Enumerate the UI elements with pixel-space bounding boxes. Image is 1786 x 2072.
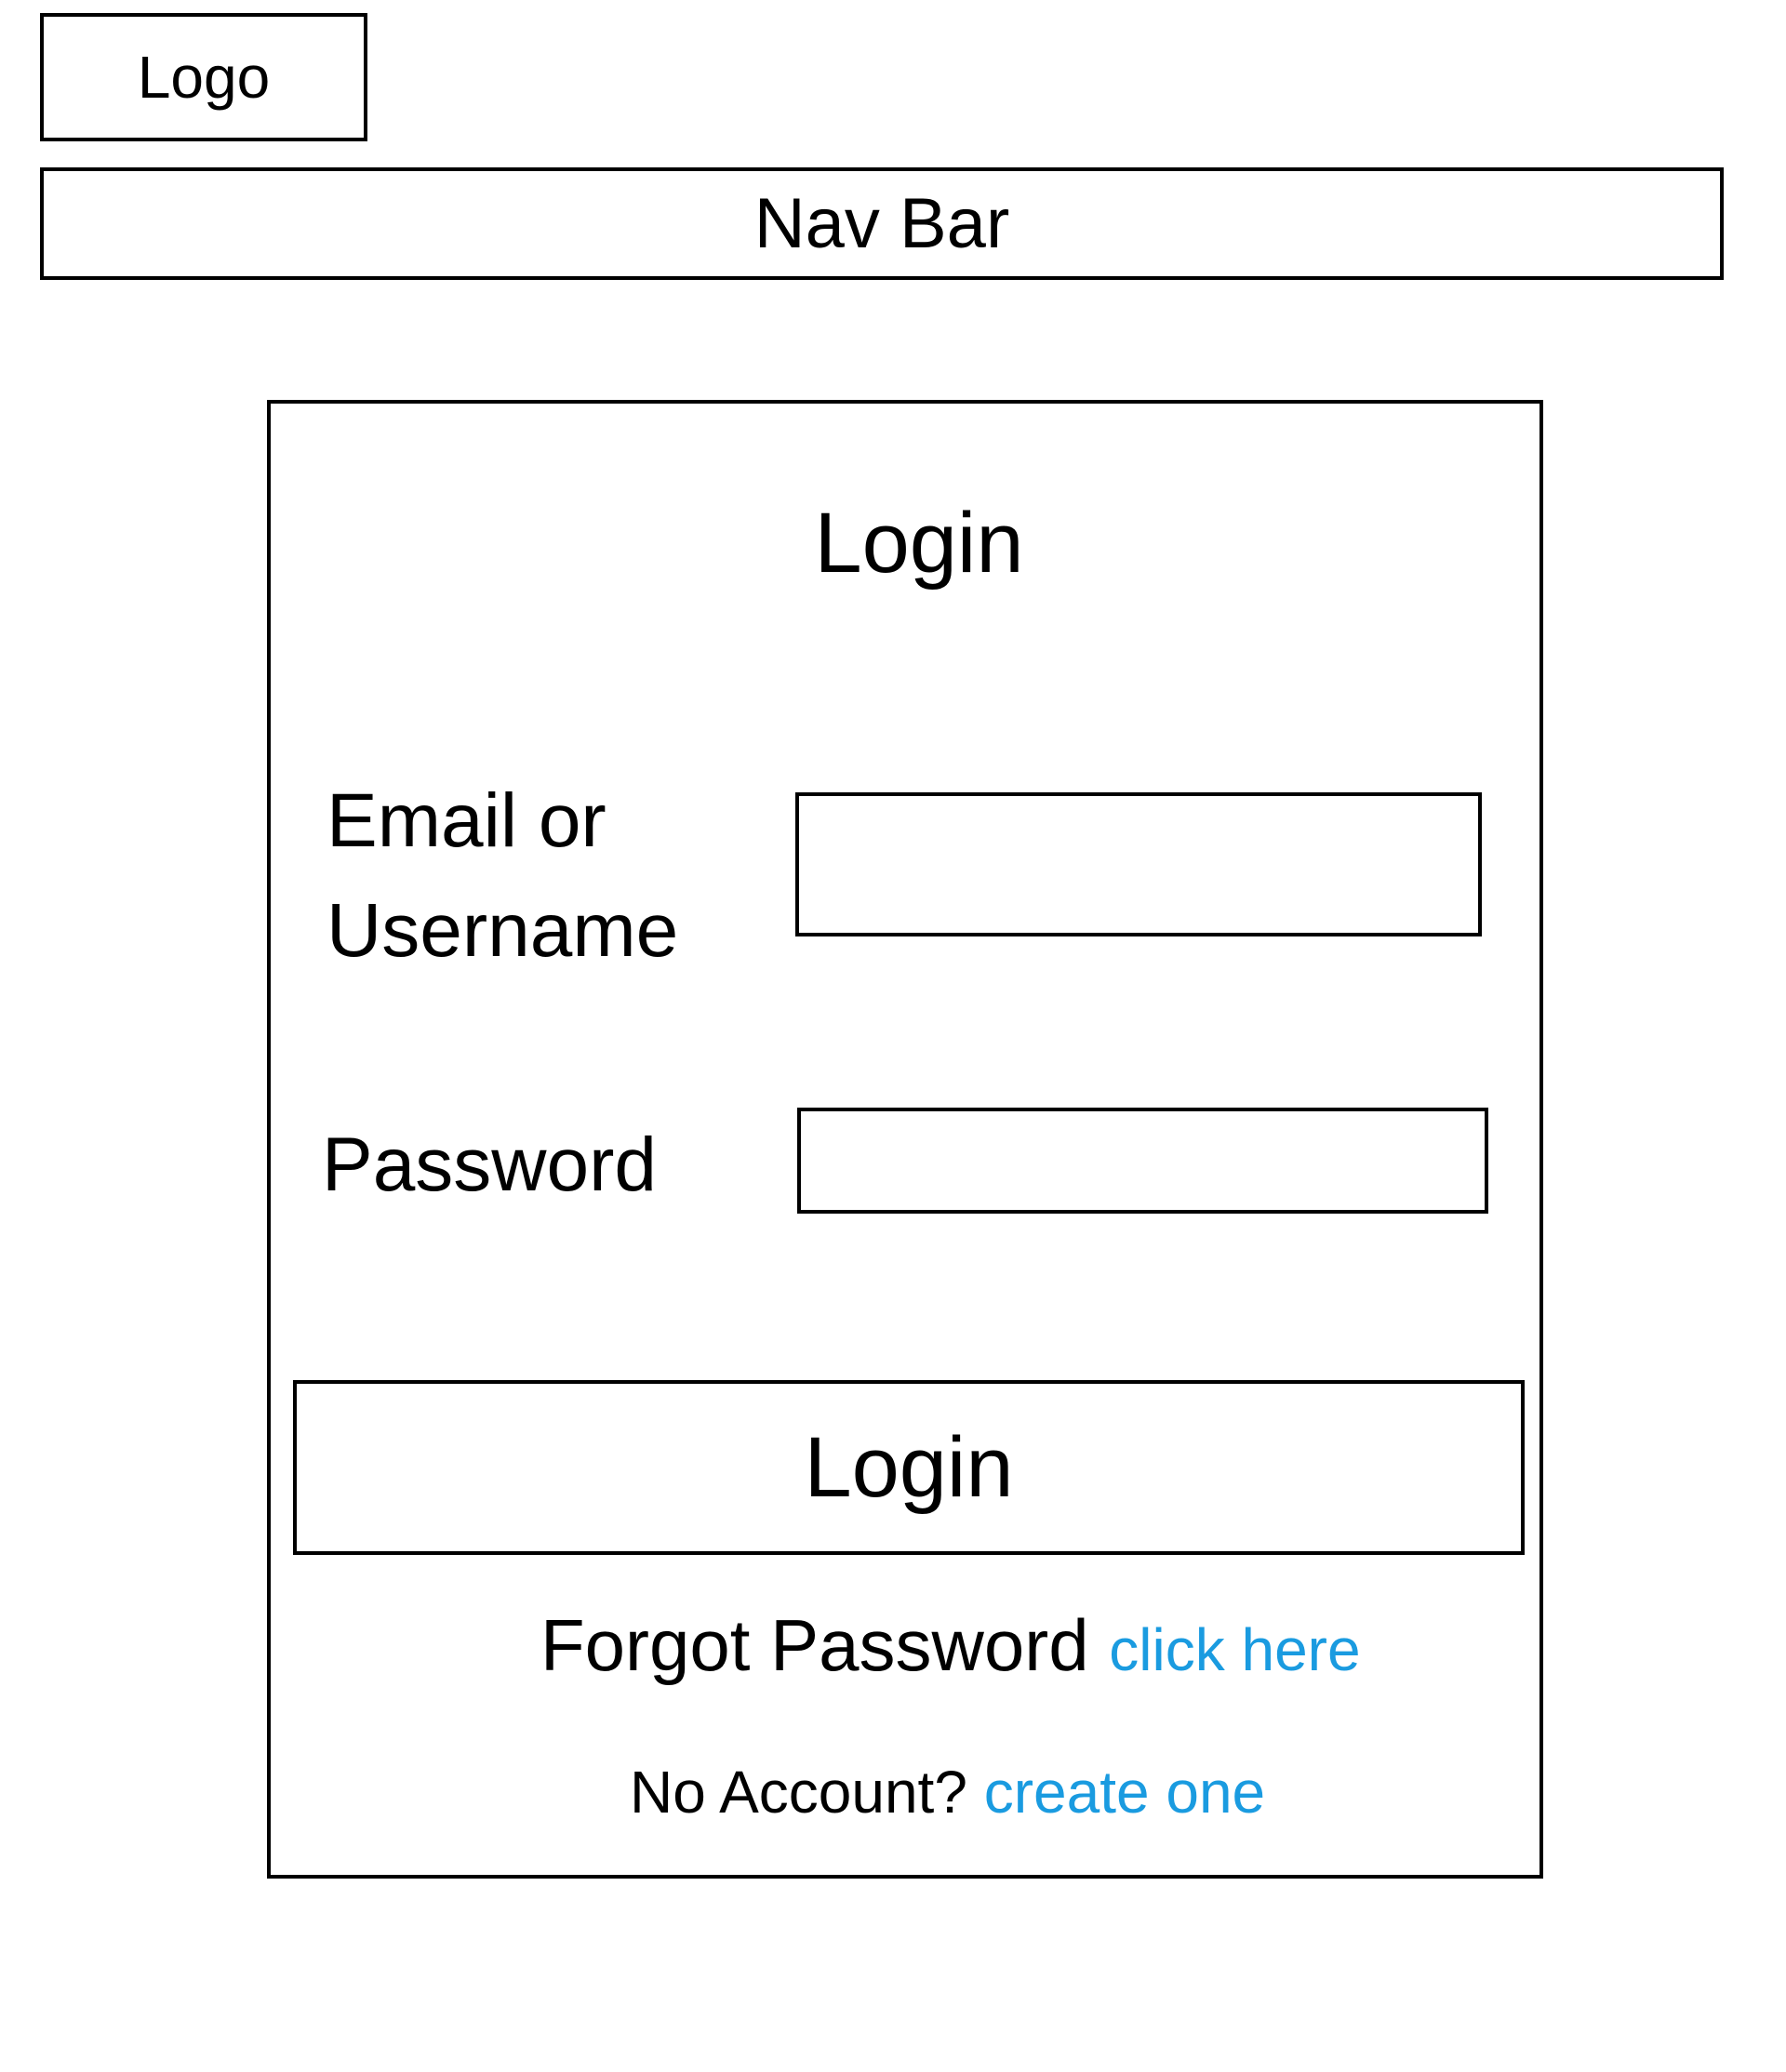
nav-bar-label: Nav Bar (753, 184, 1010, 263)
login-title: Login (814, 496, 1024, 591)
nav-bar[interactable]: Nav Bar (40, 167, 1724, 280)
login-card: Login Email or Username Password Login F… (267, 400, 1543, 1879)
logo[interactable]: Logo (40, 13, 367, 141)
email-label-line-1: Email or (327, 778, 606, 863)
logo-label: Logo (137, 44, 271, 111)
forgot-password-line: Forgot Password click here (540, 1603, 1539, 1688)
create-account-link[interactable]: create one (984, 1759, 1265, 1826)
email-username-label: Email or Username (327, 766, 678, 986)
no-account-text: No Account? (630, 1759, 967, 1826)
login-button[interactable]: Login (293, 1380, 1525, 1555)
no-account-line: No Account? create one (630, 1758, 1539, 1826)
email-label-line-2: Username (327, 888, 679, 973)
email-username-input[interactable] (795, 792, 1482, 936)
forgot-password-text: Forgot Password (540, 1604, 1089, 1686)
password-input[interactable] (797, 1108, 1488, 1214)
forgot-password-link[interactable]: click here (1109, 1616, 1360, 1683)
password-label: Password (322, 1122, 658, 1207)
